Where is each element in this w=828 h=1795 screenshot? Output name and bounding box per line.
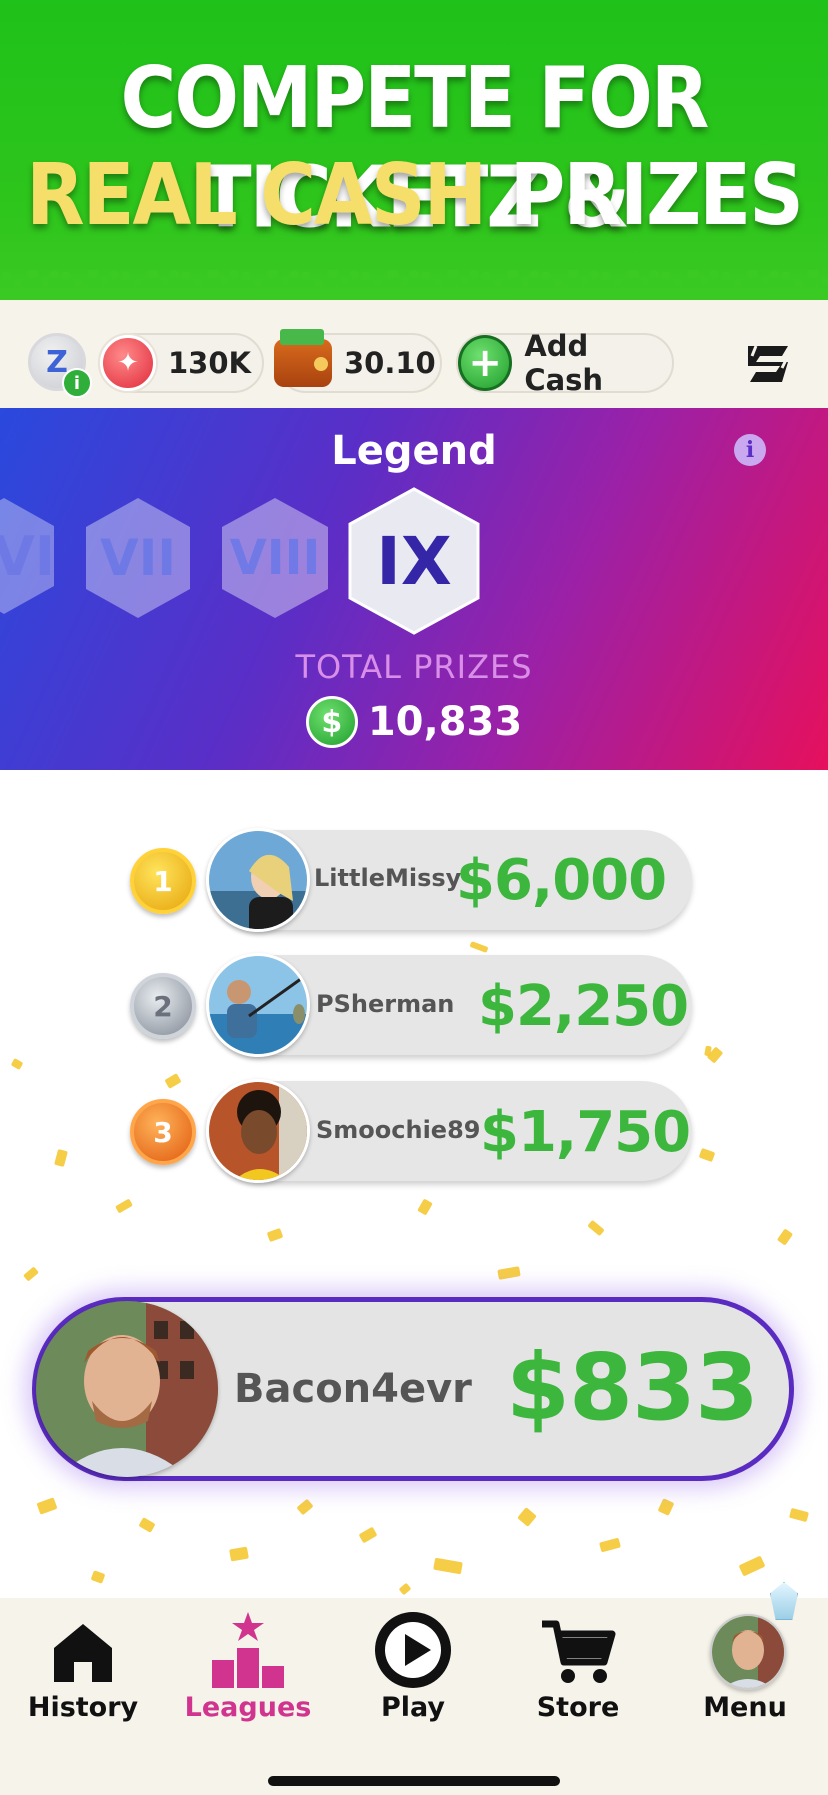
tier-badge-ix-current[interactable]: IX <box>346 486 482 636</box>
player-prize: $2,250 <box>478 974 689 1039</box>
nav-leagues[interactable] <box>173 1610 323 1694</box>
avatar-littlemissy <box>206 828 310 932</box>
tier-badge-vii[interactable]: VII <box>82 496 194 620</box>
cart-icon <box>542 1620 616 1683</box>
player-prize: $1,750 <box>480 1100 691 1165</box>
ticket-icon: ✦ <box>100 335 156 391</box>
nav-play[interactable] <box>338 1610 488 1694</box>
podium-icon <box>212 1612 284 1688</box>
nav-menu[interactable] <box>670 1610 820 1690</box>
total-prizes-label: TOTAL PRIZES <box>295 648 533 686</box>
tickets-pill[interactable]: ✦ 130K <box>98 333 264 393</box>
player-name: LittleMissy <box>314 864 462 892</box>
home-indicator <box>268 1776 560 1786</box>
tier-label: VI <box>0 524 55 588</box>
add-cash-button[interactable]: + Add Cash <box>456 329 674 397</box>
level-info-icon[interactable]: i <box>62 368 92 398</box>
play-icon <box>375 1612 451 1688</box>
nav-label-store: Store <box>536 1692 620 1723</box>
rank-1-medal: 1 <box>130 848 196 914</box>
skillz-logo-icon[interactable] <box>742 338 796 388</box>
tier-label: IX <box>376 522 452 600</box>
cash-balance: 30.10 <box>344 346 436 380</box>
tickets-count: 130K <box>168 346 252 380</box>
league-panel: Legend i VI VII VIII IX TOTAL PRIZES $ 1… <box>0 408 828 770</box>
add-cash-label: Add Cash <box>524 329 604 397</box>
player-name: PSherman <box>316 990 455 1018</box>
avatar-smoochie89 <box>206 1079 310 1183</box>
promo-headline-white: PRIZES <box>485 144 804 245</box>
nav-label-play: Play <box>380 1692 446 1723</box>
rank-3-medal: 3 <box>130 1099 196 1165</box>
nav-store[interactable] <box>503 1610 653 1694</box>
my-prize: $833 <box>506 1334 759 1441</box>
promo-headline-gold: REAL CASH <box>26 144 487 245</box>
total-prizes-value: 10,833 <box>367 699 523 745</box>
tier-label: VII <box>100 529 176 587</box>
plus-icon: + <box>458 335 513 391</box>
league-info-icon[interactable]: i <box>734 434 766 466</box>
dollar-coin-icon: $ <box>305 696 358 748</box>
avatar-bacon4evr <box>36 1301 218 1477</box>
nav-history[interactable] <box>8 1610 158 1692</box>
nav-label-menu: Menu <box>703 1692 787 1723</box>
promo-headline-line2: REAL CASH PRIZES <box>0 145 828 245</box>
player-name: Smoochie89 <box>316 1116 481 1144</box>
tier-badge-vi[interactable]: VI <box>0 496 58 616</box>
avatar-psherman <box>206 953 310 1057</box>
player-prize: $6,000 <box>456 848 667 913</box>
tier-badge-viii[interactable]: VIII <box>218 496 332 620</box>
cash-pill[interactable]: 30.10 <box>274 329 442 393</box>
total-prizes-row: $ 10,833 <box>0 696 828 748</box>
menu-avatar <box>710 1614 786 1690</box>
my-name: Bacon4evr <box>234 1366 472 1412</box>
league-title: Legend <box>331 428 497 474</box>
wallet-icon <box>274 329 332 387</box>
nav-label-history: History <box>27 1692 139 1723</box>
rank-2-medal: 2 <box>130 973 196 1039</box>
home-icon <box>54 1624 112 1682</box>
tier-label: VIII <box>229 530 321 586</box>
nav-label-leagues: Leagues <box>184 1692 312 1723</box>
